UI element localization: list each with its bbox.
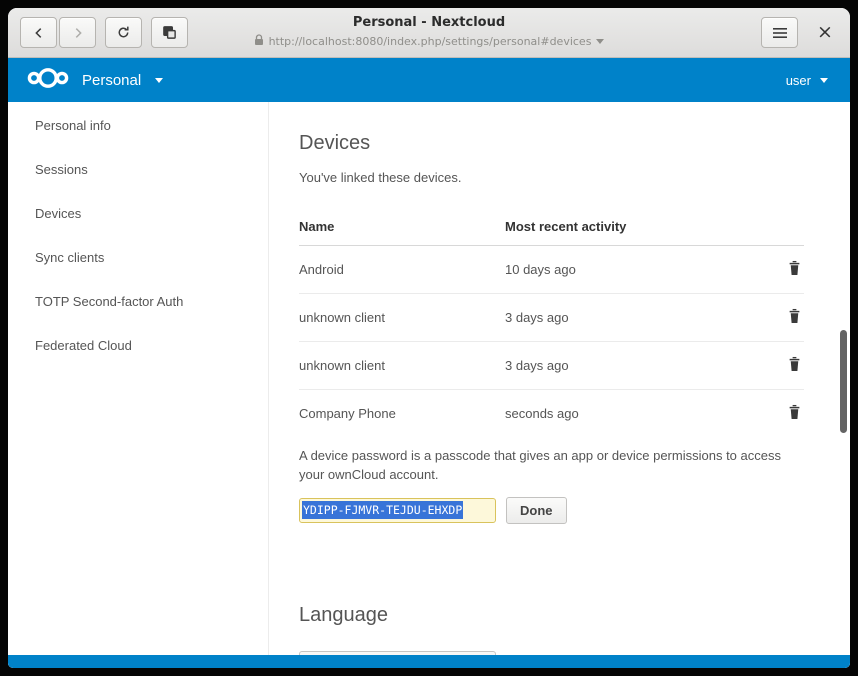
table-row: unknown client 3 days ago bbox=[299, 294, 804, 342]
app-menu-label: Personal bbox=[82, 72, 141, 89]
desktop-background: Personal - Nextcloud http://localhost:80… bbox=[0, 0, 858, 676]
device-activity: 10 days ago bbox=[505, 246, 764, 294]
trash-icon bbox=[787, 264, 802, 279]
sidebar-item-personal-info[interactable]: Personal info bbox=[8, 104, 268, 148]
column-header-actions bbox=[764, 209, 804, 246]
window-title: Personal - Nextcloud bbox=[189, 15, 669, 30]
devices-subtitle: You've linked these devices. bbox=[299, 170, 820, 185]
url-text: http://localhost:8080/index.php/settings… bbox=[269, 35, 592, 48]
language-section-title: Language bbox=[299, 604, 820, 627]
app-menu[interactable]: Personal bbox=[26, 66, 163, 95]
history-nav-buttons bbox=[20, 17, 96, 48]
devices-section-title: Devices bbox=[299, 132, 820, 155]
back-button[interactable] bbox=[20, 17, 57, 48]
toolbar-right-group: × bbox=[761, 17, 838, 48]
devices-table: Name Most recent activity Android 10 day… bbox=[299, 209, 804, 437]
reload-button[interactable] bbox=[105, 17, 142, 48]
url-bar[interactable]: http://localhost:8080/index.php/settings… bbox=[189, 34, 669, 49]
trash-icon bbox=[787, 408, 802, 423]
sidebar-item-sessions[interactable]: Sessions bbox=[8, 148, 268, 192]
devices-table-header-row: Name Most recent activity bbox=[299, 209, 804, 246]
user-menu[interactable]: user bbox=[786, 73, 828, 88]
sidebar-item-federated-cloud[interactable]: Federated Cloud bbox=[8, 324, 268, 368]
device-activity: 3 days ago bbox=[505, 342, 764, 390]
toolbar-nav-group bbox=[20, 17, 188, 48]
hamburger-icon bbox=[773, 27, 787, 39]
chevron-left-icon bbox=[32, 26, 46, 40]
trash-icon bbox=[787, 360, 802, 375]
close-icon: × bbox=[817, 21, 833, 43]
nextcloud-logo-icon bbox=[26, 66, 70, 95]
close-button[interactable]: × bbox=[812, 20, 838, 46]
device-password-row: YDIPP-FJMVR-TEJDU-EHXDP Done bbox=[299, 497, 820, 524]
device-password-note: A device password is a passcode that giv… bbox=[299, 447, 799, 485]
device-name: Company Phone bbox=[299, 390, 505, 438]
delete-device-button[interactable] bbox=[785, 402, 804, 425]
column-header-name: Name bbox=[299, 209, 505, 246]
user-menu-caret-icon bbox=[820, 78, 828, 83]
sidebar-item-sync-clients[interactable]: Sync clients bbox=[8, 236, 268, 280]
scrollbar-thumb[interactable] bbox=[840, 330, 847, 433]
device-activity: 3 days ago bbox=[505, 294, 764, 342]
chevron-right-icon bbox=[71, 26, 85, 40]
settings-page: Personal info Sessions Devices Sync clie… bbox=[8, 102, 850, 668]
forward-button[interactable] bbox=[59, 17, 96, 48]
page-footer-strip bbox=[8, 655, 850, 668]
insecure-lock-icon bbox=[254, 34, 264, 49]
delete-device-button[interactable] bbox=[785, 258, 804, 281]
reload-icon bbox=[116, 25, 131, 40]
device-activity: seconds ago bbox=[505, 390, 764, 438]
user-menu-label: user bbox=[786, 73, 811, 88]
device-name: Android bbox=[299, 246, 505, 294]
nextcloud-header: Personal user bbox=[8, 58, 850, 102]
sidebar-item-totp[interactable]: TOTP Second-factor Auth bbox=[8, 280, 268, 324]
device-password-input[interactable]: YDIPP-FJMVR-TEJDU-EHXDP bbox=[299, 498, 496, 523]
browser-window: Personal - Nextcloud http://localhost:80… bbox=[8, 8, 850, 668]
menu-button[interactable] bbox=[761, 17, 798, 48]
column-header-activity: Most recent activity bbox=[505, 209, 764, 246]
table-row: Company Phone seconds ago bbox=[299, 390, 804, 438]
settings-content: Devices You've linked these devices. Nam… bbox=[269, 102, 850, 668]
delete-device-button[interactable] bbox=[785, 354, 804, 377]
url-dropdown-caret-icon bbox=[596, 39, 604, 44]
device-password-value: YDIPP-FJMVR-TEJDU-EHXDP bbox=[302, 501, 463, 519]
settings-sidebar: Personal info Sessions Devices Sync clie… bbox=[8, 102, 269, 668]
table-row: Android 10 days ago bbox=[299, 246, 804, 294]
new-tab-button[interactable] bbox=[151, 17, 188, 48]
pages-icon bbox=[162, 25, 177, 40]
app-menu-caret-icon bbox=[155, 78, 163, 83]
device-name: unknown client bbox=[299, 294, 505, 342]
browser-titlebar: Personal - Nextcloud http://localhost:80… bbox=[8, 8, 850, 58]
device-name: unknown client bbox=[299, 342, 505, 390]
titlebar-title-area: Personal - Nextcloud http://localhost:80… bbox=[189, 15, 669, 49]
table-row: unknown client 3 days ago bbox=[299, 342, 804, 390]
sidebar-item-devices[interactable]: Devices bbox=[8, 192, 268, 236]
trash-icon bbox=[787, 312, 802, 327]
done-button[interactable]: Done bbox=[506, 497, 567, 524]
delete-device-button[interactable] bbox=[785, 306, 804, 329]
